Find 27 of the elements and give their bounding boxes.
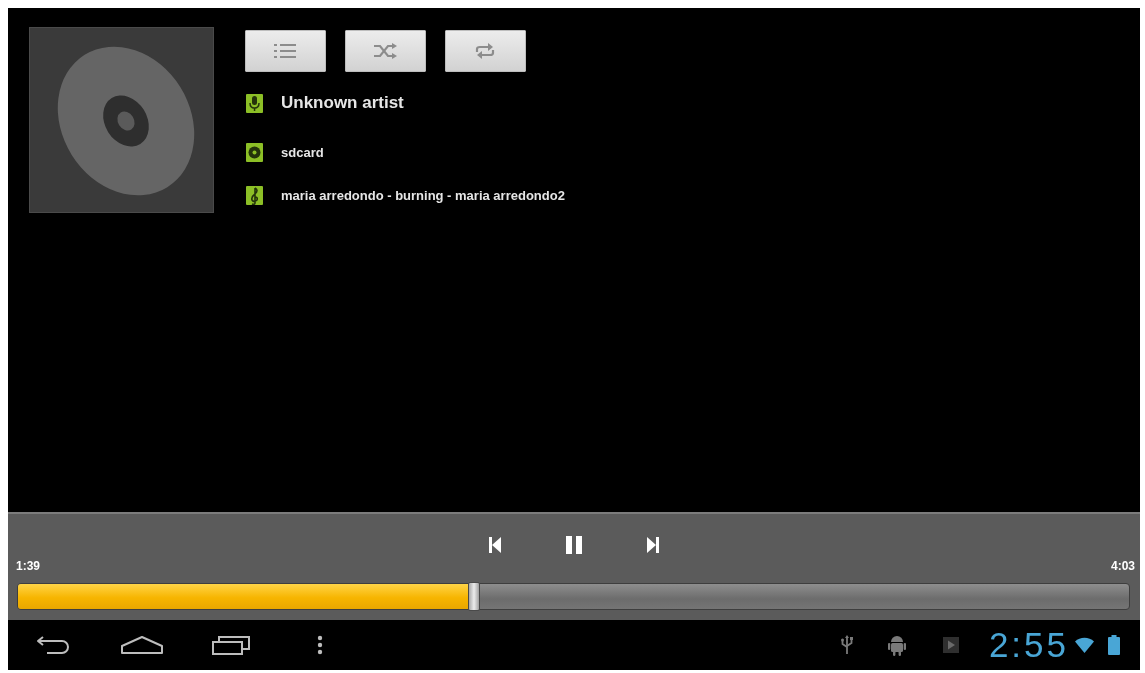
song-title: maria arredondo - burning - maria arredondo2 bbox=[281, 187, 565, 203]
back-icon[interactable] bbox=[34, 635, 71, 655]
play-store-icon bbox=[942, 637, 959, 653]
music-note-icon bbox=[246, 185, 263, 205]
shuffle-icon bbox=[374, 43, 397, 59]
artist-name: Unknown artist bbox=[281, 93, 404, 113]
menu-icon[interactable] bbox=[316, 635, 323, 655]
recent-apps-icon[interactable] bbox=[210, 634, 251, 656]
battery-icon bbox=[1108, 635, 1120, 655]
repeat-button[interactable] bbox=[445, 30, 526, 72]
seek-bar-track[interactable] bbox=[17, 583, 1130, 610]
queue-button[interactable] bbox=[245, 30, 326, 72]
android-icon bbox=[887, 634, 906, 656]
skip-next-icon bbox=[647, 537, 659, 553]
clock: 2:55 bbox=[988, 625, 1069, 665]
shuffle-button[interactable] bbox=[345, 30, 426, 72]
pause-icon bbox=[566, 536, 582, 554]
queue-list-icon bbox=[274, 43, 297, 59]
usb-icon bbox=[840, 635, 853, 655]
home-icon[interactable] bbox=[119, 635, 164, 655]
album-name: sdcard bbox=[281, 144, 324, 160]
wifi-icon bbox=[1075, 637, 1094, 653]
skip-previous-icon bbox=[489, 537, 501, 553]
repeat-icon bbox=[474, 43, 497, 59]
elapsed-time: 1:39 bbox=[16, 559, 41, 573]
total-duration: 4:03 bbox=[1110, 559, 1135, 573]
microphone-icon bbox=[246, 93, 263, 113]
